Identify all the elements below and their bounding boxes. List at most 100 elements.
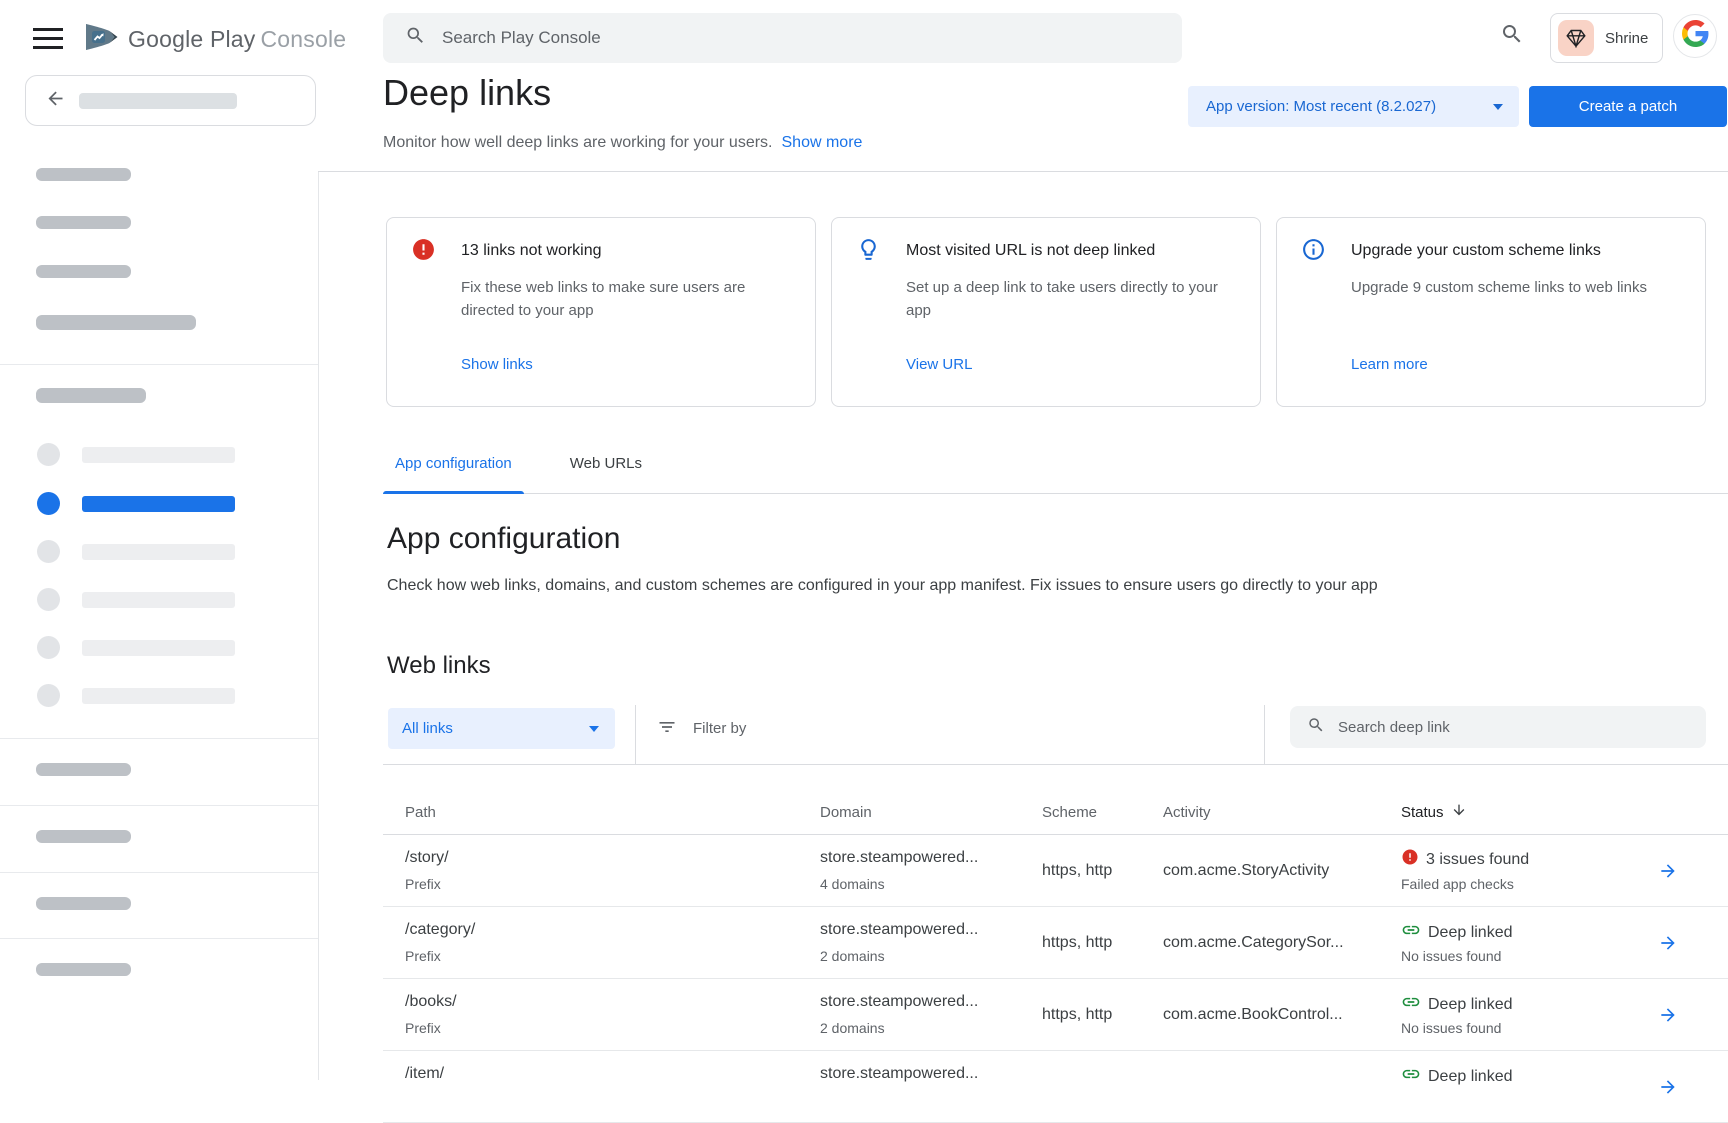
- back-arrow-icon: [45, 88, 66, 114]
- table-row[interactable]: /item/ store.steampowered... Deep linked: [383, 1051, 1728, 1123]
- table-row[interactable]: /category/ Prefix store.steampowered... …: [383, 907, 1728, 979]
- account-avatar[interactable]: [1673, 14, 1717, 58]
- sidebar-section-skeleton: [36, 388, 146, 403]
- create-patch-button[interactable]: Create a patch: [1529, 86, 1727, 127]
- link-icon: [1401, 920, 1421, 945]
- sort-descending-icon: [1451, 802, 1467, 822]
- card-body: Set up a deep link to take users directl…: [906, 276, 1236, 322]
- status-label: Deep linked: [1428, 1068, 1513, 1086]
- row-arrow-icon[interactable]: [1658, 1077, 1678, 1102]
- links-filter-dropdown[interactable]: All links: [388, 708, 615, 749]
- show-links-link[interactable]: Show links: [461, 356, 533, 373]
- menu-icon[interactable]: [33, 28, 63, 49]
- card-body: Fix these web links to make sure users a…: [461, 276, 791, 322]
- web-links-table: Path Domain Scheme Activity Status /stor…: [383, 765, 1728, 1123]
- cell-domain-count: 4 domains: [820, 876, 885, 892]
- status-label: Deep linked: [1428, 996, 1513, 1014]
- app-version-label: App version: Most recent (8.2.027): [1206, 98, 1436, 115]
- filter-divider: [1264, 705, 1265, 764]
- nav-item-label-skeleton: [82, 447, 235, 463]
- cell-scheme: https, http: [1042, 1006, 1112, 1024]
- app-icon: [1558, 20, 1594, 56]
- sidebar-skeleton-bar-wide: [36, 315, 196, 330]
- card-upgrade-custom-scheme: Upgrade your custom scheme links Upgrade…: [1276, 217, 1706, 407]
- logo-text-google-play: Google Play: [128, 26, 256, 52]
- table-row[interactable]: /books/ Prefix store.steampowered... 2 d…: [383, 979, 1728, 1051]
- sidebar-nav-item-selected[interactable]: [0, 492, 318, 516]
- nav-item-label-skeleton: [82, 688, 235, 704]
- app-switcher[interactable]: Shrine: [1550, 13, 1663, 63]
- cell-domain-count: 2 domains: [820, 948, 885, 964]
- search-icon-button[interactable]: [1500, 22, 1524, 51]
- card-links-not-working: 13 links not working Fix these web links…: [386, 217, 816, 407]
- cell-status: Deep linked: [1401, 992, 1513, 1017]
- lightbulb-icon: [856, 237, 881, 267]
- back-button[interactable]: [25, 75, 316, 126]
- card-title: Upgrade your custom scheme links: [1351, 242, 1601, 260]
- cell-status-sub: No issues found: [1401, 948, 1501, 964]
- view-url-link[interactable]: View URL: [906, 356, 972, 373]
- app-version-selector[interactable]: App version: Most recent (8.2.027): [1188, 86, 1519, 127]
- column-header-status[interactable]: Status: [1401, 802, 1467, 822]
- chevron-down-icon: [1493, 104, 1503, 110]
- tab-bar: App configuration Web URLs: [383, 455, 1728, 494]
- learn-more-link[interactable]: Learn more: [1351, 356, 1428, 373]
- filter-by-label: Filter by: [693, 720, 746, 737]
- sidebar-nav-item-skeleton[interactable]: [0, 443, 318, 467]
- sidebar-skeleton-bar: [36, 897, 131, 910]
- row-arrow-icon[interactable]: [1658, 933, 1678, 958]
- page-title: Deep links: [383, 72, 551, 114]
- page-subtitle: Monitor how well deep links are working …: [383, 134, 862, 152]
- search-icon: [405, 25, 426, 51]
- cell-scheme: https, http: [1042, 862, 1112, 880]
- sidebar-nav-item-skeleton[interactable]: [0, 636, 318, 660]
- nav-item-label-skeleton: [82, 592, 235, 608]
- filter-by-button[interactable]: Filter by: [657, 705, 746, 752]
- logo-text-console: Console: [261, 26, 347, 52]
- global-search-bar[interactable]: [383, 13, 1182, 63]
- row-arrow-icon[interactable]: [1658, 861, 1678, 886]
- info-icon: [1301, 237, 1326, 267]
- error-icon: [411, 237, 436, 267]
- row-arrow-icon[interactable]: [1658, 1005, 1678, 1030]
- cell-path: /category/: [405, 921, 475, 939]
- play-console-logo: Google PlayConsole: [84, 22, 346, 57]
- play-console-logo-icon: [84, 22, 118, 57]
- cell-path-type: Prefix: [405, 948, 441, 964]
- tab-app-configuration[interactable]: App configuration: [383, 455, 524, 493]
- nav-item-icon-skeleton: [37, 684, 60, 707]
- sidebar-divider: [0, 738, 318, 739]
- sidebar-nav-item-skeleton[interactable]: [0, 588, 318, 612]
- table-header: Path Domain Scheme Activity Status: [383, 765, 1728, 835]
- sidebar-nav-item-skeleton[interactable]: [0, 684, 318, 708]
- chevron-down-icon: [589, 726, 599, 732]
- link-icon: [1401, 992, 1421, 1017]
- sidebar-divider: [0, 364, 318, 365]
- google-logo-icon: [1682, 20, 1709, 52]
- table-row[interactable]: /story/ Prefix store.steampowered... 4 d…: [383, 835, 1728, 907]
- cell-path: /story/: [405, 849, 449, 867]
- section-description: Check how web links, domains, and custom…: [387, 577, 1378, 595]
- cell-status: Deep linked: [1401, 1064, 1513, 1089]
- deep-link-search-bar[interactable]: [1290, 706, 1706, 748]
- cell-scheme: https, http: [1042, 934, 1112, 952]
- nav-item-label-skeleton: [82, 640, 235, 656]
- column-header-activity: Activity: [1163, 804, 1211, 821]
- deep-link-search-input[interactable]: [1338, 719, 1668, 736]
- sidebar-skeleton-bar: [36, 763, 131, 776]
- sidebar-skeleton-bar: [36, 216, 131, 229]
- links-filter-value: All links: [402, 720, 453, 737]
- column-header-status-label: Status: [1401, 804, 1444, 821]
- status-label: Deep linked: [1428, 924, 1513, 942]
- sidebar-nav-item-skeleton[interactable]: [0, 540, 318, 564]
- tab-web-urls[interactable]: Web URLs: [558, 455, 654, 493]
- card-title: Most visited URL is not deep linked: [906, 242, 1155, 260]
- sidebar-divider: [0, 872, 318, 873]
- sidebar-divider: [0, 805, 318, 806]
- global-search-input[interactable]: [442, 28, 1082, 48]
- cell-domain: store.steampowered...: [820, 849, 978, 867]
- cell-status-sub: No issues found: [1401, 1020, 1501, 1036]
- show-more-link[interactable]: Show more: [782, 134, 863, 151]
- card-title: 13 links not working: [461, 242, 602, 260]
- nav-item-icon-skeleton: [37, 588, 60, 611]
